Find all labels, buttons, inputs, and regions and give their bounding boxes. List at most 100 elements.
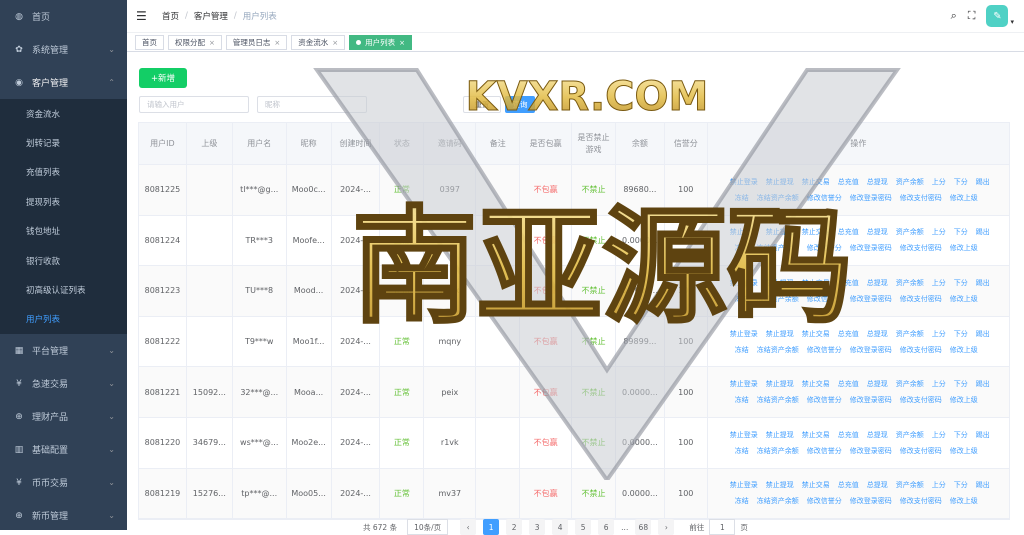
tag-item[interactable]: 首页 — [135, 35, 164, 50]
action-link[interactable]: 禁止提现 — [766, 430, 794, 440]
action-link[interactable]: 修改登录密码 — [850, 193, 892, 203]
action-link[interactable]: 修改登录密码 — [850, 243, 892, 253]
action-link[interactable]: 下分 — [954, 329, 968, 339]
action-link[interactable]: 资产余额 — [896, 379, 924, 389]
action-link[interactable]: 资产余额 — [896, 177, 924, 187]
action-link[interactable]: 修改支付密码 — [900, 446, 942, 456]
action-link[interactable]: 冻结 — [735, 446, 749, 456]
page-button[interactable]: 3 — [529, 519, 546, 535]
action-link[interactable]: 修改信誉分 — [807, 395, 842, 405]
page-button[interactable]: 1 — [483, 519, 500, 535]
action-link[interactable]: 修改登录密码 — [850, 496, 892, 506]
action-link[interactable]: 踢出 — [976, 480, 990, 490]
action-link[interactable]: 禁止登录 — [730, 177, 758, 187]
action-link[interactable]: 禁止交易 — [802, 227, 830, 237]
submenu-item[interactable]: 充值列表 — [0, 158, 127, 187]
action-link[interactable]: 修改支付密码 — [900, 345, 942, 355]
action-link[interactable]: 修改上级 — [950, 446, 978, 456]
action-link[interactable]: 冻结 — [735, 243, 749, 253]
action-link[interactable]: 禁止交易 — [802, 278, 830, 288]
action-link[interactable]: 总提现 — [867, 379, 888, 389]
page-button[interactable]: 4 — [552, 519, 569, 535]
action-link[interactable]: 修改信誉分 — [807, 345, 842, 355]
add-button[interactable]: +新增 — [139, 68, 187, 88]
action-link[interactable]: 修改上级 — [950, 193, 978, 203]
submenu-item[interactable]: 钱包地址 — [0, 217, 127, 246]
action-link[interactable]: 修改支付密码 — [900, 243, 942, 253]
sidebar-item[interactable]: ◉ 客户管理 ⌃ — [0, 66, 127, 99]
sidebar-item[interactable]: ¥ 币币交易 ⌄ — [0, 466, 127, 499]
action-link[interactable]: 修改支付密码 — [900, 294, 942, 304]
breadcrumb-customer[interactable]: 客户管理 — [194, 10, 228, 22]
action-link[interactable]: 上分 — [932, 480, 946, 490]
search-icon[interactable]: ⌕ — [951, 9, 957, 23]
action-link[interactable]: 禁止交易 — [802, 329, 830, 339]
action-link[interactable]: 冻结资产余额 — [757, 345, 799, 355]
action-link[interactable]: 禁止登录 — [730, 430, 758, 440]
action-link[interactable]: 修改上级 — [950, 243, 978, 253]
page-button[interactable]: 6 — [598, 519, 615, 535]
page-size-select[interactable]: 10条/页 — [407, 519, 449, 535]
action-link[interactable]: 资产余额 — [896, 329, 924, 339]
action-link[interactable]: 修改上级 — [950, 395, 978, 405]
action-link[interactable]: 冻结资产余额 — [757, 496, 799, 506]
action-link[interactable]: 禁止登录 — [730, 480, 758, 490]
action-link[interactable]: 冻结资产余额 — [757, 395, 799, 405]
action-link[interactable]: 总提现 — [867, 480, 888, 490]
sidebar-item[interactable]: ¥ 急速交易 ⌄ — [0, 367, 127, 400]
action-link[interactable]: 修改支付密码 — [900, 496, 942, 506]
action-link[interactable]: 总充值 — [838, 329, 859, 339]
sidebar-item[interactable]: ✿ 系统管理 ⌄ — [0, 33, 127, 66]
action-link[interactable]: 禁止交易 — [802, 379, 830, 389]
action-link[interactable]: 冻结 — [735, 193, 749, 203]
action-link[interactable]: 禁止提现 — [766, 177, 794, 187]
nickname-input[interactable]: 昵称 — [257, 95, 367, 113]
action-link[interactable]: 上分 — [932, 177, 946, 187]
action-link[interactable]: 冻结 — [735, 345, 749, 355]
action-link[interactable]: 禁止登录 — [730, 329, 758, 339]
action-link[interactable]: 上分 — [932, 227, 946, 237]
action-link[interactable]: 修改信誉分 — [807, 243, 842, 253]
action-link[interactable]: 禁止提现 — [766, 480, 794, 490]
action-link[interactable]: 修改信誉分 — [807, 294, 842, 304]
action-link[interactable]: 踢出 — [976, 227, 990, 237]
action-link[interactable]: 踢出 — [976, 329, 990, 339]
action-link[interactable]: 上分 — [932, 379, 946, 389]
avatar[interactable]: ✎ — [986, 5, 1009, 27]
page-button[interactable]: 5 — [575, 519, 592, 535]
submenu-item[interactable]: 划转记录 — [0, 128, 127, 157]
action-link[interactable]: 上分 — [932, 329, 946, 339]
action-link[interactable]: 禁止登录 — [730, 278, 758, 288]
action-link[interactable]: 踢出 — [976, 177, 990, 187]
action-link[interactable]: 上分 — [932, 278, 946, 288]
reset-button[interactable]: 重置 — [463, 95, 501, 113]
action-link[interactable]: 总提现 — [867, 177, 888, 187]
action-link[interactable]: 修改登录密码 — [850, 446, 892, 456]
goto-input[interactable]: 1 — [709, 519, 736, 535]
action-link[interactable]: 冻结资产余额 — [757, 294, 799, 304]
action-link[interactable]: 资产余额 — [896, 480, 924, 490]
action-link[interactable]: 禁止登录 — [730, 379, 758, 389]
action-link[interactable]: 上分 — [932, 430, 946, 440]
fullscreen-icon[interactable]: ⛶ — [968, 9, 976, 23]
action-link[interactable]: 修改上级 — [950, 294, 978, 304]
action-link[interactable]: 总提现 — [867, 227, 888, 237]
action-link[interactable]: 冻结 — [735, 395, 749, 405]
tag-item[interactable]: 管理员日志 × — [225, 35, 288, 50]
action-link[interactable]: 总充值 — [838, 227, 859, 237]
action-link[interactable]: 修改支付密码 — [900, 193, 942, 203]
submenu-item[interactable]: 用户列表 — [0, 305, 127, 334]
query-button[interactable]: 查询 — [505, 95, 535, 113]
breadcrumb-home[interactable]: 首页 — [162, 10, 179, 22]
sidebar-item[interactable]: ⊕ 新币管理 ⌄ — [0, 499, 127, 530]
tag-item[interactable]: 用户列表 × — [349, 35, 412, 50]
action-link[interactable]: 禁止提现 — [766, 379, 794, 389]
action-link[interactable]: 禁止交易 — [802, 480, 830, 490]
action-link[interactable]: 总提现 — [867, 329, 888, 339]
action-link[interactable]: 禁止交易 — [802, 430, 830, 440]
action-link[interactable]: 总充值 — [838, 177, 859, 187]
hamburger-icon[interactable]: ☰ — [136, 9, 148, 23]
action-link[interactable]: 踢出 — [976, 379, 990, 389]
action-link[interactable]: 冻结资产余额 — [757, 446, 799, 456]
action-link[interactable]: 修改登录密码 — [850, 395, 892, 405]
